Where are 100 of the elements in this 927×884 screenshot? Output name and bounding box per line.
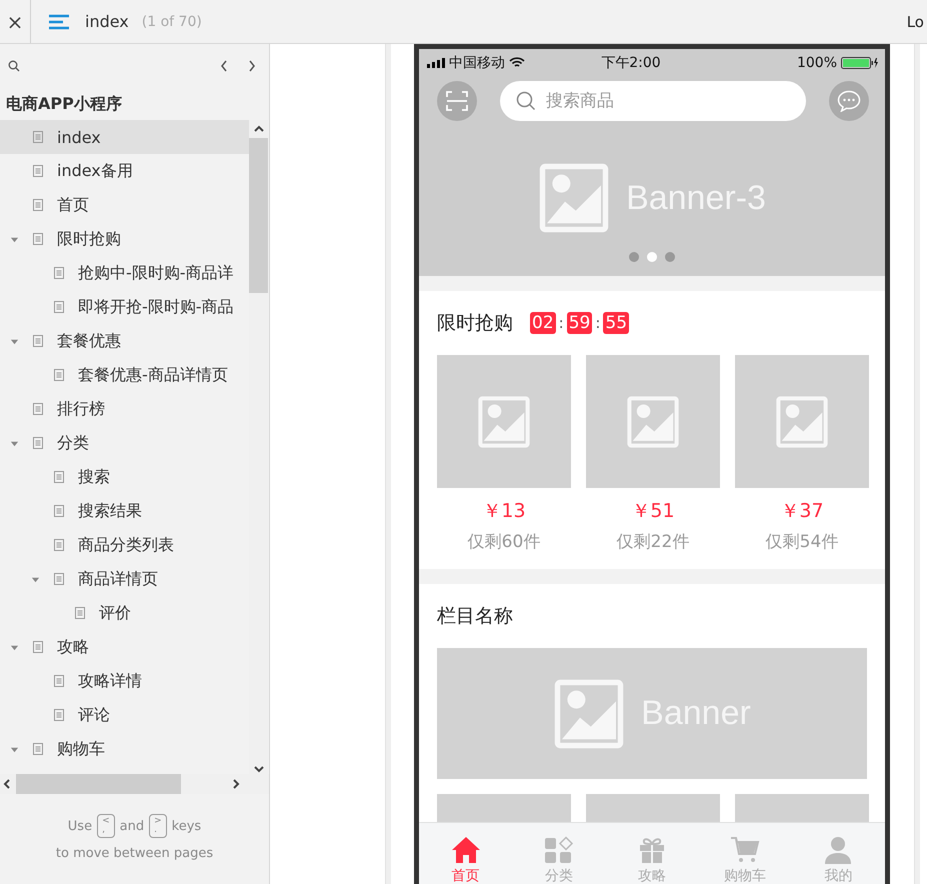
image-icon	[626, 394, 680, 448]
page-tree-item[interactable]: 商品详情页	[0, 562, 249, 596]
page-tree-item[interactable]: 即将开抢-限时购-商品	[0, 290, 249, 324]
image-icon	[775, 394, 829, 448]
page-icon	[33, 131, 43, 143]
product-image-placeholder[interactable]	[437, 355, 571, 488]
menu-icon[interactable]	[49, 14, 69, 30]
expanded-caret-icon[interactable]	[10, 438, 19, 448]
message-button[interactable]	[829, 81, 869, 121]
page-tree-item[interactable]: 套餐优惠-商品详情页	[0, 358, 249, 392]
gift-icon	[637, 836, 667, 864]
wifi-icon	[509, 57, 525, 69]
expanded-caret-icon[interactable]	[10, 744, 19, 754]
category-grid-icon	[544, 836, 574, 864]
page-tree-item[interactable]: 攻略	[0, 630, 249, 664]
page-tree-item[interactable]: 购物车	[0, 732, 249, 766]
page-tree-item[interactable]: 分类	[0, 426, 249, 460]
page-tree-item[interactable]: 评论	[0, 698, 249, 732]
page-icon	[33, 403, 43, 415]
page-tree-item[interactable]: index	[0, 120, 249, 154]
scrollbar-thumb[interactable]	[16, 774, 181, 794]
toolbar-text: Lo	[906, 12, 925, 30]
product-image-placeholder[interactable]	[735, 355, 869, 488]
page-icon	[54, 709, 64, 721]
scan-icon	[446, 91, 468, 111]
status-time: 下午2:00	[600, 54, 662, 72]
page-tree-item[interactable]: 评价	[0, 596, 249, 630]
image-icon	[538, 162, 610, 234]
timer-separator: :	[558, 314, 564, 332]
hint-text: and	[120, 818, 144, 834]
chat-bubble-icon	[837, 90, 861, 112]
page-tree-item[interactable]: 抢购中-限时购-商品详	[0, 256, 249, 290]
page-tree-item[interactable]: index备用	[0, 154, 249, 188]
expanded-caret-icon[interactable]	[10, 642, 19, 652]
search-icon	[516, 91, 536, 111]
scroll-left-icon[interactable]	[2, 778, 12, 790]
search-input[interactable]: 搜索商品	[544, 90, 806, 112]
shopping-cart-icon	[730, 836, 760, 864]
page-icon	[54, 267, 64, 279]
search-icon[interactable]	[8, 60, 20, 72]
keyboard-key: > .	[149, 814, 167, 838]
scroll-right-icon[interactable]	[231, 778, 241, 790]
hint-text: keys	[172, 818, 202, 834]
scroll-down-icon[interactable]	[252, 764, 264, 774]
expanded-caret-icon[interactable]	[10, 336, 19, 346]
page-tree-item[interactable]: 首页	[0, 188, 249, 222]
page-title: index	[85, 12, 129, 31]
page-tree-item[interactable]: 排行榜	[0, 392, 249, 426]
project-title: 电商APP小程序	[5, 93, 123, 115]
image-icon	[477, 394, 531, 448]
keyboard-key: < ,	[97, 814, 115, 838]
page-icon	[54, 505, 64, 517]
image-icon	[553, 678, 626, 750]
page-icon	[33, 165, 43, 177]
page-icon	[33, 199, 43, 211]
product-image-placeholder[interactable]	[586, 355, 720, 488]
timer-separator: :	[595, 314, 600, 332]
page-icon	[33, 743, 43, 755]
page-icon	[54, 573, 64, 585]
page-icon	[54, 471, 64, 483]
page-tree-item[interactable]: 限时抢购	[0, 222, 249, 256]
scroll-up-icon[interactable]	[252, 124, 264, 134]
battery-percent: 100%	[796, 55, 837, 71]
next-page-icon[interactable]	[247, 59, 257, 73]
page-tree-item[interactable]: 攻略详情	[0, 664, 249, 698]
scrollbar-thumb[interactable]	[249, 138, 268, 293]
carousel-dot[interactable]	[665, 252, 675, 262]
stock-label: 仅剩22件	[616, 531, 690, 553]
page-icon	[33, 641, 43, 653]
carrier-name: 中国移动	[449, 54, 505, 72]
carousel-dot[interactable]	[629, 252, 639, 262]
page-tree-item[interactable]: 搜索结果	[0, 494, 249, 528]
countdown-digits: 02	[530, 312, 556, 334]
section-title: 限时抢购	[437, 311, 513, 336]
countdown-digits: 59	[566, 312, 592, 334]
product-price: ￥51	[631, 499, 675, 524]
page-icon	[54, 539, 64, 551]
page-tree-item[interactable]: 搜索	[0, 460, 249, 494]
search-bar[interactable]: 搜索商品	[500, 81, 806, 121]
page-icon	[33, 233, 43, 245]
product-price: ￥13	[482, 499, 526, 524]
user-icon	[823, 836, 854, 864]
page-icon	[54, 301, 64, 313]
previous-page-icon[interactable]	[219, 59, 229, 73]
page-icon	[54, 369, 64, 381]
hint-text: Use	[68, 818, 92, 834]
section-title: 栏目名称	[437, 604, 513, 629]
page-icon	[33, 437, 43, 449]
carousel-dot[interactable]	[647, 252, 657, 262]
page-icon	[33, 335, 43, 347]
countdown-digits: 55	[603, 312, 630, 334]
expanded-caret-icon[interactable]	[10, 234, 19, 244]
page-tree-item[interactable]: 商品分类列表	[0, 528, 249, 562]
expanded-caret-icon[interactable]	[31, 574, 40, 584]
signal-icon	[427, 58, 445, 68]
close-button[interactable]: ×	[0, 0, 31, 43]
page-tree-item[interactable]: 套餐优惠	[0, 324, 249, 358]
stock-label: 仅剩54件	[766, 531, 838, 553]
scan-button[interactable]	[437, 81, 477, 121]
stock-label: 仅剩60件	[468, 531, 540, 553]
